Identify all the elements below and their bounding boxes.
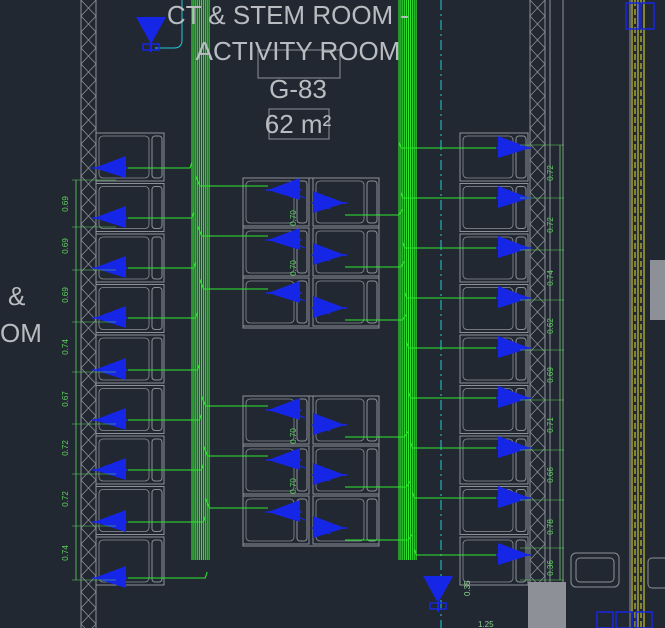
drawing-background [0, 0, 665, 628]
room-name-line-2: ACTIVITY ROOM [196, 36, 401, 66]
dim-right-7: 0.66 [546, 467, 555, 483]
dim-center-upper-1: 0.70 [289, 210, 298, 226]
dim-right-3: 0.74 [546, 270, 555, 286]
dim-right-8: 0.78 [546, 519, 555, 535]
dim-right-6: 0.71 [546, 417, 555, 433]
dim-left-1: 0.69 [61, 196, 70, 212]
dim-bottom-vertical: 0.35 [463, 580, 472, 596]
dim-left-8: 0.74 [61, 545, 70, 561]
dim-left-5: 0.67 [61, 391, 70, 407]
dim-left-3: 0.69 [61, 287, 70, 303]
dim-right-1: 0.72 [546, 165, 555, 181]
dim-left-2: 0.69 [61, 238, 70, 254]
grey-column-block [528, 582, 566, 628]
dim-left-6: 0.72 [61, 440, 70, 456]
dim-center-lower-2: 0.70 [289, 478, 298, 494]
room-name-line-1: CT & STEM ROOM - [167, 0, 409, 30]
dim-left-7: 0.72 [61, 491, 70, 507]
side-room-fragment-2: OM [0, 318, 42, 348]
dim-bottom-horizontal: 1.25 [478, 620, 494, 628]
dim-right-2: 0.72 [546, 217, 555, 233]
room-number: G-83 [269, 74, 327, 104]
dim-center-upper-2: 0.70 [289, 260, 298, 276]
dim-right-5: 0.69 [546, 367, 555, 383]
cad-floor-plan: CT & STEM ROOM - ACTIVITY ROOM G-83 62 m… [0, 0, 665, 628]
dim-right-9: 0.36 [546, 560, 555, 576]
dim-right-4: 0.62 [546, 318, 555, 334]
room-area: 62 m² [265, 109, 332, 139]
dim-left-4: 0.74 [61, 339, 70, 355]
right-edge-block [650, 260, 665, 320]
side-room-fragment-1: & [8, 281, 25, 311]
dim-center-lower-1: 0.70 [289, 428, 298, 444]
